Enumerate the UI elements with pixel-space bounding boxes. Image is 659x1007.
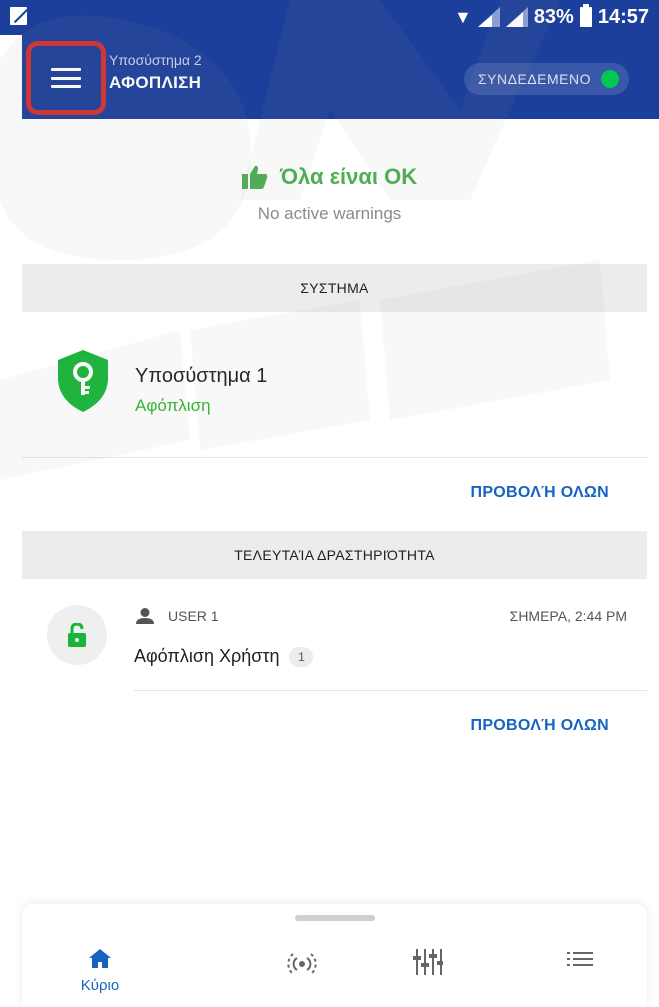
connection-status[interactable]: ΣΥΝΔΕΔΕΜΕΝΟ [464,63,629,95]
signal-icon-2 [505,7,528,27]
person-icon [136,608,154,624]
app-bar: Υποσύστημα 2 ΑΦΟΠΛΙΣΗ ΣΥΝΔΕΔΕΜΕΝΟ [22,35,659,119]
hamburger-icon [51,68,81,88]
unlock-icon [68,623,86,647]
activity-user: USER 1 [134,608,219,624]
activity-user-name: USER 1 [168,608,219,624]
signal-icon [477,7,500,27]
radar-icon [287,953,317,975]
status-bar: ▼ 83% 14:57 [0,0,659,35]
shield-key-icon [58,350,108,417]
activity-title: Αφόπλιση Χρήστη [134,646,280,666]
system-view-all-link[interactable]: ΠΡΟΒΟΛΉ ΟΛΩΝ [470,484,609,502]
nav-list[interactable] [540,949,620,969]
connection-dot-icon [601,70,619,88]
watermark [0,0,610,480]
bottom-navigation: Κύριο [22,904,647,1007]
divider [134,690,647,691]
wifi-icon: ▼ [453,6,472,27]
nav-controls[interactable] [388,949,468,975]
nav-devices[interactable] [262,949,342,979]
activity-time: ΣΗΜΕΡΑ, 2:44 PM [509,608,627,624]
drag-handle[interactable] [295,915,375,921]
nav-home-label: Κύριο [80,977,120,994]
activity-count-badge: 1 [289,646,314,667]
divider [22,457,647,458]
activity-item[interactable]: Αφόπλιση Χρήστη 1 [134,646,314,667]
subsystem-name[interactable]: Υποσύστημα 1 [135,365,267,388]
activity-section-header: ΤΕΛΕΥΤΑΊΑ ΔΡΑΣΤΗΡΙΌΤΗΤΑ [22,531,647,579]
activity-icon [47,605,107,665]
clock: 14:57 [597,5,649,28]
subsystem-label: Υποσύστημα 2 [109,52,202,68]
nav-home[interactable]: Κύριο [60,949,140,994]
edit-notification-icon [10,7,27,25]
warnings-text: No active warnings [257,204,402,223]
status-indicators: ▼ 83% 14:57 [454,4,649,30]
thumbs-up-icon [241,165,268,189]
list-icon [567,952,593,966]
arm-state-label: ΑΦΟΠΛΙΣΗ [109,73,202,92]
battery-percent: 83% [533,5,574,28]
ok-text: Όλα είναι OK [279,164,418,189]
home-icon [89,949,111,968]
connection-label: ΣΥΝΔΕΔΕΜΕΝΟ [478,71,591,87]
system-section-header: ΣΥΣΤΗΜΑ [22,264,647,312]
battery-icon [579,4,592,27]
menu-button[interactable] [26,41,106,115]
subsystem-state: Αφόπλιση [135,396,211,415]
system-ok-status: Όλα είναι OK [0,164,659,190]
sliders-icon [413,949,443,975]
activity-view-all-link[interactable]: ΠΡΟΒΟΛΉ ΟΛΩΝ [470,717,609,735]
